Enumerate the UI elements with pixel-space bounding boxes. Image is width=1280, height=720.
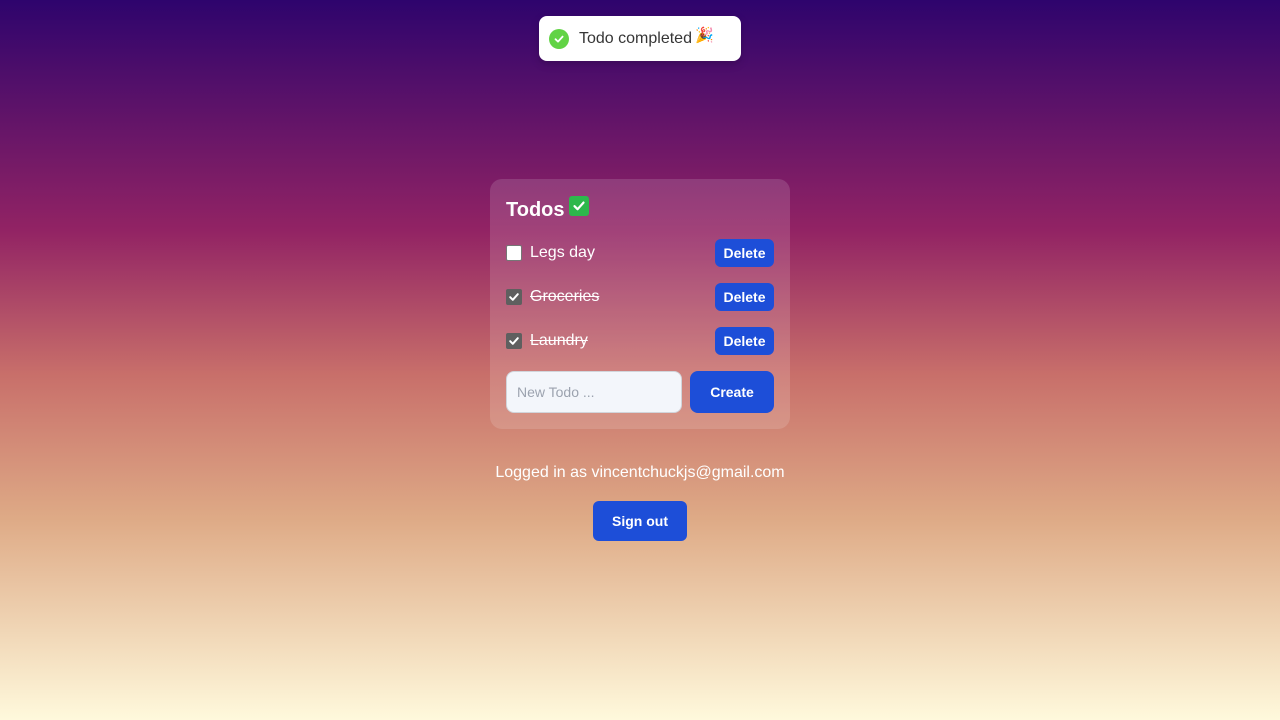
todo-checkbox[interactable]	[506, 289, 522, 305]
delete-button[interactable]: Delete	[715, 327, 774, 355]
delete-button[interactable]: Delete	[715, 239, 774, 267]
check-circle-icon	[549, 28, 569, 49]
todo-item-laundry: Laundry Delete	[506, 327, 774, 355]
todos-card: Todos Legs day Delete Groceries Delete L…	[490, 179, 790, 429]
card-header: Todos	[506, 195, 589, 224]
delete-button[interactable]: Delete	[715, 283, 774, 311]
sign-out-button[interactable]: Sign out	[593, 501, 687, 541]
create-button[interactable]: Create	[690, 371, 774, 413]
todo-item-groceries: Groceries Delete	[506, 283, 774, 311]
new-todo-input[interactable]	[506, 371, 682, 413]
checkmark-icon	[509, 293, 519, 301]
new-todo-form: Create	[506, 371, 774, 413]
todo-checkbox[interactable]	[506, 333, 522, 349]
todo-label: Laundry	[530, 332, 588, 349]
card-title: Todos	[506, 199, 565, 221]
logged-in-status: Logged in as vincentchuckjs@gmail.com	[495, 464, 785, 481]
todo-checkbox[interactable]	[506, 245, 522, 261]
party-popper-icon: 🎉	[694, 26, 714, 44]
todo-item-legs-day: Legs day Delete	[506, 239, 774, 267]
todo-label: Groceries	[530, 288, 600, 305]
toast-notification: Todo completed 🎉	[539, 16, 741, 61]
checkmark-icon	[509, 337, 519, 345]
todo-label: Legs day	[530, 244, 595, 261]
toast-message: Todo completed	[579, 29, 692, 47]
check-mark-button-icon	[568, 196, 589, 216]
